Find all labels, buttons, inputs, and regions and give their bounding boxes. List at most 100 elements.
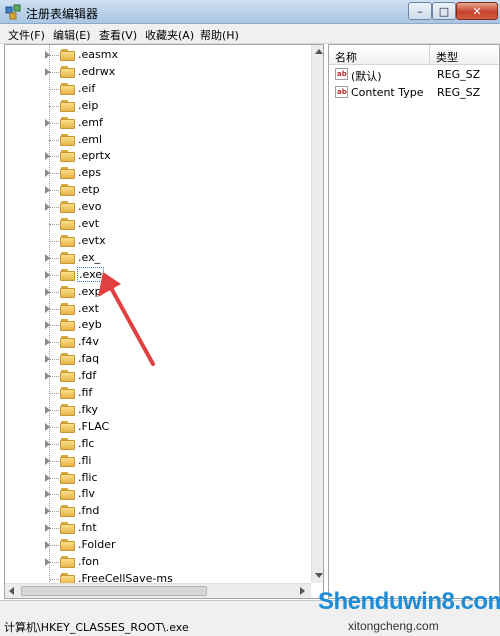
menu-view[interactable]: 查看(V) [99, 27, 137, 43]
scroll-right-arrow-icon[interactable] [300, 587, 305, 595]
expand-arrow-icon[interactable] [45, 558, 50, 566]
tree-item[interactable]: .evt [5, 216, 305, 233]
expand-arrow-icon[interactable] [45, 169, 50, 178]
tree-item[interactable]: .easmx [5, 47, 305, 64]
folder-icon [60, 420, 75, 433]
tree-item[interactable]: .fky [5, 402, 305, 419]
tree-item[interactable]: .fon [5, 554, 305, 571]
tree-item[interactable]: .f4v [5, 334, 305, 351]
menu-edit[interactable]: 编辑(E) [53, 27, 91, 43]
horizontal-scroll-thumb[interactable] [21, 586, 207, 596]
folder-icon [60, 319, 75, 332]
tree-item[interactable]: .fdf [5, 368, 305, 385]
tree-item[interactable]: .exe [5, 266, 305, 284]
tree-item[interactable]: .eyb [5, 317, 305, 334]
tree-item-label: .flc [78, 436, 95, 450]
expand-arrow-icon[interactable] [45, 304, 50, 313]
expand-arrow-icon[interactable] [45, 118, 50, 127]
expand-arrow-icon[interactable] [45, 405, 50, 414]
tree-vertical-scrollbar[interactable] [311, 45, 323, 583]
column-header-name[interactable]: 名称 [329, 45, 429, 65]
string-value-icon: ab [335, 86, 348, 98]
tree-connector [49, 325, 59, 327]
tree-connector [49, 71, 59, 73]
tree-item[interactable]: .ex_ [5, 250, 305, 267]
expand-arrow-icon[interactable] [45, 524, 50, 533]
folder-icon [60, 201, 75, 214]
title-bar[interactable]: 注册表编辑器 – □ ✕ [0, 0, 500, 24]
expand-arrow-icon[interactable] [45, 439, 50, 448]
tree-item[interactable]: .fnt [5, 520, 305, 537]
tree-item[interactable]: .emf [5, 115, 305, 132]
tree-item[interactable]: .fif [5, 385, 305, 402]
tree-item[interactable]: .eif [5, 81, 305, 98]
menu-file[interactable]: 文件(F) [8, 27, 45, 43]
tree-item[interactable]: .FLAC [5, 419, 305, 436]
expand-arrow-icon[interactable] [45, 355, 50, 364]
value-row[interactable]: ab (默认) REG_SZ [329, 66, 499, 84]
folder-icon [60, 167, 75, 180]
expand-arrow-icon[interactable] [45, 321, 50, 330]
expand-arrow-icon[interactable] [45, 186, 50, 195]
tree-item[interactable]: .eps [5, 165, 305, 182]
tree-item[interactable]: .flc [5, 436, 305, 453]
expand-arrow-icon[interactable] [45, 372, 50, 381]
expand-arrow-icon[interactable] [45, 456, 50, 465]
column-header-type[interactable]: 类型 [429, 45, 499, 65]
expand-arrow-icon[interactable] [45, 473, 50, 482]
tree-item[interactable]: .etp [5, 182, 305, 199]
tree-connector [49, 494, 59, 496]
expand-arrow-icon[interactable] [45, 67, 50, 76]
tree-item[interactable]: .evo [5, 199, 305, 216]
tree-item[interactable]: .evtx [5, 233, 305, 250]
tree-item-label: .FLAC [78, 419, 110, 433]
tree-item[interactable]: .flic [5, 470, 305, 487]
expand-arrow-icon[interactable] [45, 51, 50, 59]
tree-item[interactable]: .flv [5, 486, 305, 503]
tree-item-label: .evt [78, 217, 100, 230]
tree-item-label: .Folder [78, 538, 116, 552]
minimize-button[interactable]: – [408, 2, 432, 20]
menu-help[interactable]: 帮助(H) [200, 27, 239, 43]
scroll-down-arrow-icon[interactable] [315, 573, 323, 578]
menu-favorites[interactable]: 收藏夹(A) [145, 27, 194, 43]
tree-item[interactable]: .eip [5, 98, 305, 115]
maximize-button[interactable]: □ [432, 2, 456, 20]
tree-item[interactable]: .fnd [5, 503, 305, 520]
tree-item[interactable]: .fli [5, 453, 305, 470]
registry-key-tree[interactable]: .easmx .edrwx .eif .eip .emf .eml .eprtx .eps .e… [4, 44, 324, 599]
registry-value-list[interactable]: 名称 类型 ab (默认) REG_SZ ab Content Type REG… [328, 44, 500, 599]
expand-arrow-icon[interactable] [45, 253, 50, 262]
expand-arrow-icon[interactable] [45, 422, 50, 431]
expand-arrow-icon[interactable] [45, 287, 50, 296]
scroll-up-arrow-icon[interactable] [315, 49, 323, 54]
expand-arrow-icon[interactable] [45, 270, 50, 279]
expand-arrow-icon[interactable] [45, 338, 50, 347]
expand-arrow-icon[interactable] [45, 490, 50, 499]
tree-item[interactable]: .eprtx [5, 148, 305, 165]
expand-arrow-icon[interactable] [45, 152, 50, 161]
expand-arrow-icon[interactable] [45, 541, 50, 550]
expand-arrow-icon[interactable] [45, 507, 50, 516]
tree-item[interactable]: .edrwx [5, 64, 305, 81]
tree-horizontal-scrollbar[interactable] [5, 583, 311, 598]
tree-item-label: .ex_ [78, 250, 101, 264]
folder-icon [60, 150, 75, 163]
tree-item[interactable]: .ext [5, 301, 305, 318]
tree-item-label: .fnt [78, 521, 97, 535]
tree-connector [49, 224, 59, 225]
scroll-left-arrow-icon[interactable] [9, 587, 14, 595]
tree-connector [49, 190, 59, 192]
folder-icon [60, 437, 75, 450]
tree-item[interactable]: .Folder [5, 537, 305, 554]
status-path: 计算机\HKEY_CLASSES_ROOT\.exe [4, 621, 189, 634]
tree-item-label: .eprtx [78, 149, 111, 163]
tree-item[interactable]: .faq [5, 351, 305, 368]
tree-item[interactable]: .exp [5, 284, 305, 301]
expand-arrow-icon[interactable] [45, 203, 50, 212]
value-row[interactable]: ab Content Type REG_SZ [329, 84, 499, 102]
folder-icon [60, 302, 75, 315]
close-button[interactable]: ✕ [456, 2, 498, 20]
tree-item-label: .evo [78, 200, 102, 214]
tree-item[interactable]: .eml [5, 132, 305, 149]
